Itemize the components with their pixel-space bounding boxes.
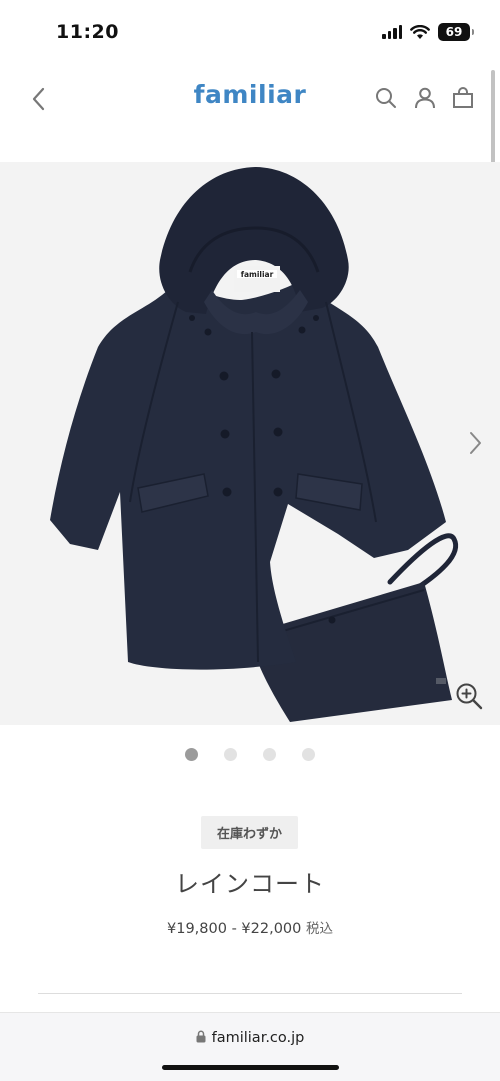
home-indicator: [162, 1065, 339, 1070]
product-image-gallery[interactable]: familiar: [0, 162, 500, 725]
account-icon: [415, 87, 435, 109]
search-icon: [376, 88, 396, 108]
gallery-next-button[interactable]: [464, 428, 486, 458]
status-time: 11:20: [56, 21, 119, 43]
status-bar: 11:20 69: [0, 0, 500, 62]
status-icons: 69: [382, 23, 474, 41]
battery-level: 69: [445, 25, 463, 39]
gallery-dot-2[interactable]: [224, 748, 237, 761]
url-display[interactable]: familiar.co.jp: [0, 1030, 500, 1046]
gallery-dot-4[interactable]: [302, 748, 315, 761]
gallery-dot-1[interactable]: [185, 748, 198, 761]
battery-icon: 69: [438, 23, 474, 41]
next-chevron-icon: [470, 432, 481, 454]
url-text: familiar.co.jp: [211, 1030, 305, 1046]
account-button[interactable]: [411, 84, 439, 112]
search-button[interactable]: [372, 84, 400, 112]
gallery-dot-3[interactable]: [263, 748, 276, 761]
product-image: familiar: [50, 167, 459, 722]
stock-badge: 在庫わずか: [201, 816, 298, 849]
lock-icon: [196, 1030, 206, 1043]
zoom-in-icon: [456, 683, 483, 710]
bag-icon: [453, 87, 473, 108]
divider: [38, 993, 462, 994]
cart-button[interactable]: [449, 84, 477, 112]
neck-label-text: familiar: [241, 270, 274, 279]
gallery-pagination: [0, 748, 500, 761]
product-title: レインコート: [175, 870, 325, 898]
product-price: ¥19,800 - ¥22,000 税込: [0, 917, 500, 937]
tax-note: 税込: [305, 921, 333, 937]
wifi-icon: [410, 24, 430, 39]
browser-address-bar[interactable]: familiar.co.jp: [0, 1012, 500, 1081]
zoom-button[interactable]: [454, 681, 484, 711]
site-header: familiar: [0, 62, 500, 138]
price-range: ¥19,800 - ¥22,000: [167, 921, 302, 937]
signal-icon: [382, 25, 402, 39]
